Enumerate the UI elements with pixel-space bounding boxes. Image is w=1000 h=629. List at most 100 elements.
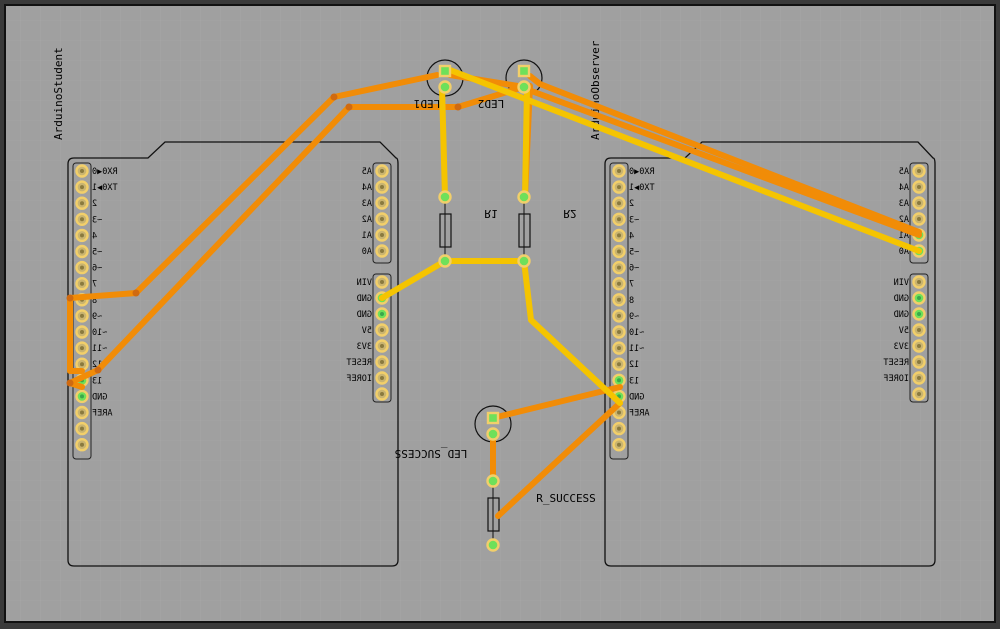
observer-right-bottom-pin-label-0: VIN xyxy=(894,278,909,288)
student-left-pin-11-hole xyxy=(80,346,84,351)
r1-pad-2[interactable] xyxy=(438,254,452,268)
student-left-pin-label-2: 2 xyxy=(92,199,97,209)
observer-left-pin-6-hole xyxy=(617,265,621,270)
observer-left-pin-label-5: ~5 xyxy=(629,248,639,258)
student-right-bottom-pin-label-4: 3V3 xyxy=(357,342,372,352)
student-left-pin-7-hole xyxy=(80,281,84,286)
led2-label: LED2 xyxy=(478,97,505,110)
student-left-pin-15-hole xyxy=(80,410,84,415)
observer-left-pin-5-hole xyxy=(617,249,621,254)
r2-pad-1[interactable] xyxy=(517,190,531,204)
student-left-pin-label-11: ~11 xyxy=(92,344,107,354)
observer-right-top-pin-label-1: A4 xyxy=(899,183,909,193)
student-left-pin-label-10: ~10 xyxy=(92,328,107,338)
student-left-pin-5-hole xyxy=(80,249,84,254)
r1-pad-1[interactable] xyxy=(438,190,452,204)
student-right-top-pin-label-1: A4 xyxy=(362,183,372,193)
observer-left-pin-15-hole xyxy=(617,410,621,415)
student-left-pin-0-hole xyxy=(80,169,84,173)
observer-right-bottom-pin-0-hole xyxy=(917,280,921,284)
arduino-student-name: ArduinoStudent xyxy=(52,47,65,140)
observer-left-pin-0-hole xyxy=(617,169,621,173)
r-success-pad-2[interactable] xyxy=(486,538,500,552)
student-left-pin-9-hole xyxy=(80,313,84,318)
observer-left-pin-2-hole xyxy=(617,201,621,206)
student-right-top-pin-4-hole xyxy=(380,233,384,237)
student-right-bottom-pin-7-hole xyxy=(380,392,384,396)
led-success-label: LED_SUCCESS xyxy=(395,447,468,460)
observer-right-top-pin-label-2: A3 xyxy=(899,199,909,209)
observer-left-pin-label-6: ~6 xyxy=(629,264,639,274)
observer-right-top-pin-2-hole xyxy=(917,201,921,205)
student-right-bottom-pin-2-hole xyxy=(380,312,384,316)
student-right-top-pin-5-hole xyxy=(380,249,384,253)
student-left-pin-10-hole xyxy=(80,330,84,334)
student-right-bottom-pin-3-hole xyxy=(380,328,384,332)
observer-left-pin-label-9: ~9 xyxy=(629,312,639,322)
student-left-pin-label-13: 13 xyxy=(92,376,102,386)
student-left-pin-label-4: 4 xyxy=(92,231,97,241)
observer-right-bottom-pin-4-hole xyxy=(917,344,921,348)
student-left-pin-label-3: ~3 xyxy=(92,215,102,225)
observer-right-bottom-pin-5-hole xyxy=(917,360,921,364)
observer-left-pin-7-hole xyxy=(617,281,621,286)
led1-pad-2[interactable] xyxy=(438,80,452,94)
student-left-pin-4-hole xyxy=(80,233,84,238)
observer-right-bottom-pin-label-6: IOREF xyxy=(883,374,909,384)
student-right-top-pin-label-0: A5 xyxy=(362,167,372,177)
observer-right-bottom-pin-label-1: GND xyxy=(894,294,909,304)
student-left-pin-1-hole xyxy=(80,185,84,190)
student-right-bottom-pin-label-5: RESET xyxy=(346,358,372,368)
student-right-top-pin-label-4: A1 xyxy=(362,231,372,241)
led1-label: LED1 xyxy=(414,97,441,110)
led-success-pad-square[interactable] xyxy=(486,411,500,425)
student-left-pin-label-15: AREF xyxy=(92,409,112,419)
student-left-pin-12-hole xyxy=(80,362,84,367)
observer-left-pin-label-15: AREF xyxy=(629,409,649,419)
observer-left-pin-13-hole xyxy=(617,378,621,383)
student-right-top-pin-0-hole xyxy=(380,169,384,173)
r2-pad-2[interactable] xyxy=(517,254,531,268)
observer-right-bottom-pin-2-hole xyxy=(917,312,921,316)
led1-pad-square[interactable] xyxy=(438,64,452,78)
observer-left-pin-3-hole xyxy=(617,217,621,222)
observer-left-pin-17-hole xyxy=(617,442,621,447)
r-success-pad-1[interactable] xyxy=(486,474,500,488)
r2-label: R2 xyxy=(563,207,576,220)
led2-pad-square[interactable] xyxy=(517,64,531,78)
observer-right-bottom-pin-label-3: 5V xyxy=(899,326,909,336)
observer-right-bottom-pin-7-hole xyxy=(917,392,921,396)
observer-left-pin-label-12: 12 xyxy=(629,360,639,370)
student-right-bottom-pin-4-hole xyxy=(380,344,384,348)
student-right-bottom-pin-5-hole xyxy=(380,360,384,364)
observer-right-top-pin-0-hole xyxy=(917,169,921,173)
student-left-pin-2-hole xyxy=(80,201,84,206)
student-right-bottom-pin-label-3: 5V xyxy=(362,326,372,336)
student-right-top-pin-label-3: A2 xyxy=(362,215,372,225)
student-left-pin-17-hole xyxy=(80,442,84,447)
student-left-pin-label-7: 7 xyxy=(92,280,97,290)
student-left-pin-16-hole xyxy=(80,426,84,431)
observer-left-pin-label-4: 4 xyxy=(629,231,634,241)
observer-left-pin-label-13: 13 xyxy=(629,376,639,386)
student-left-pin-label-6: ~6 xyxy=(92,264,102,274)
student-right-top-pin-3-hole xyxy=(380,217,384,221)
observer-left-pin-label-1: TX0▶1 xyxy=(629,183,655,193)
observer-left-pin-label-7: 7 xyxy=(629,280,634,290)
trace-led1-to-r1 xyxy=(439,84,448,200)
student-left-pin-label-5: ~5 xyxy=(92,248,102,258)
student-right-bottom-pin-label-6: IOREF xyxy=(346,374,372,384)
observer-left-pin-label-3: ~3 xyxy=(629,215,639,225)
observer-left-pin-8-hole xyxy=(617,297,621,302)
led-success-pad-2[interactable] xyxy=(486,427,500,441)
observer-left-pin-label-0: RX0◀0 xyxy=(629,167,655,177)
student-left-pin-3-hole xyxy=(80,217,84,222)
student-left-pin-label-1: TX0▶1 xyxy=(92,183,118,193)
led2-pad-2[interactable] xyxy=(517,80,531,94)
observer-right-top-pin-3-hole xyxy=(917,217,921,221)
student-right-bottom-pin-6-hole xyxy=(380,376,384,380)
observer-left-pin-label-8: 8 xyxy=(629,296,634,306)
observer-right-top-pin-1-hole xyxy=(917,185,921,189)
student-right-bottom-pin-label-0: VIN xyxy=(357,278,372,288)
student-right-top-pin-label-5: A0 xyxy=(362,247,372,257)
